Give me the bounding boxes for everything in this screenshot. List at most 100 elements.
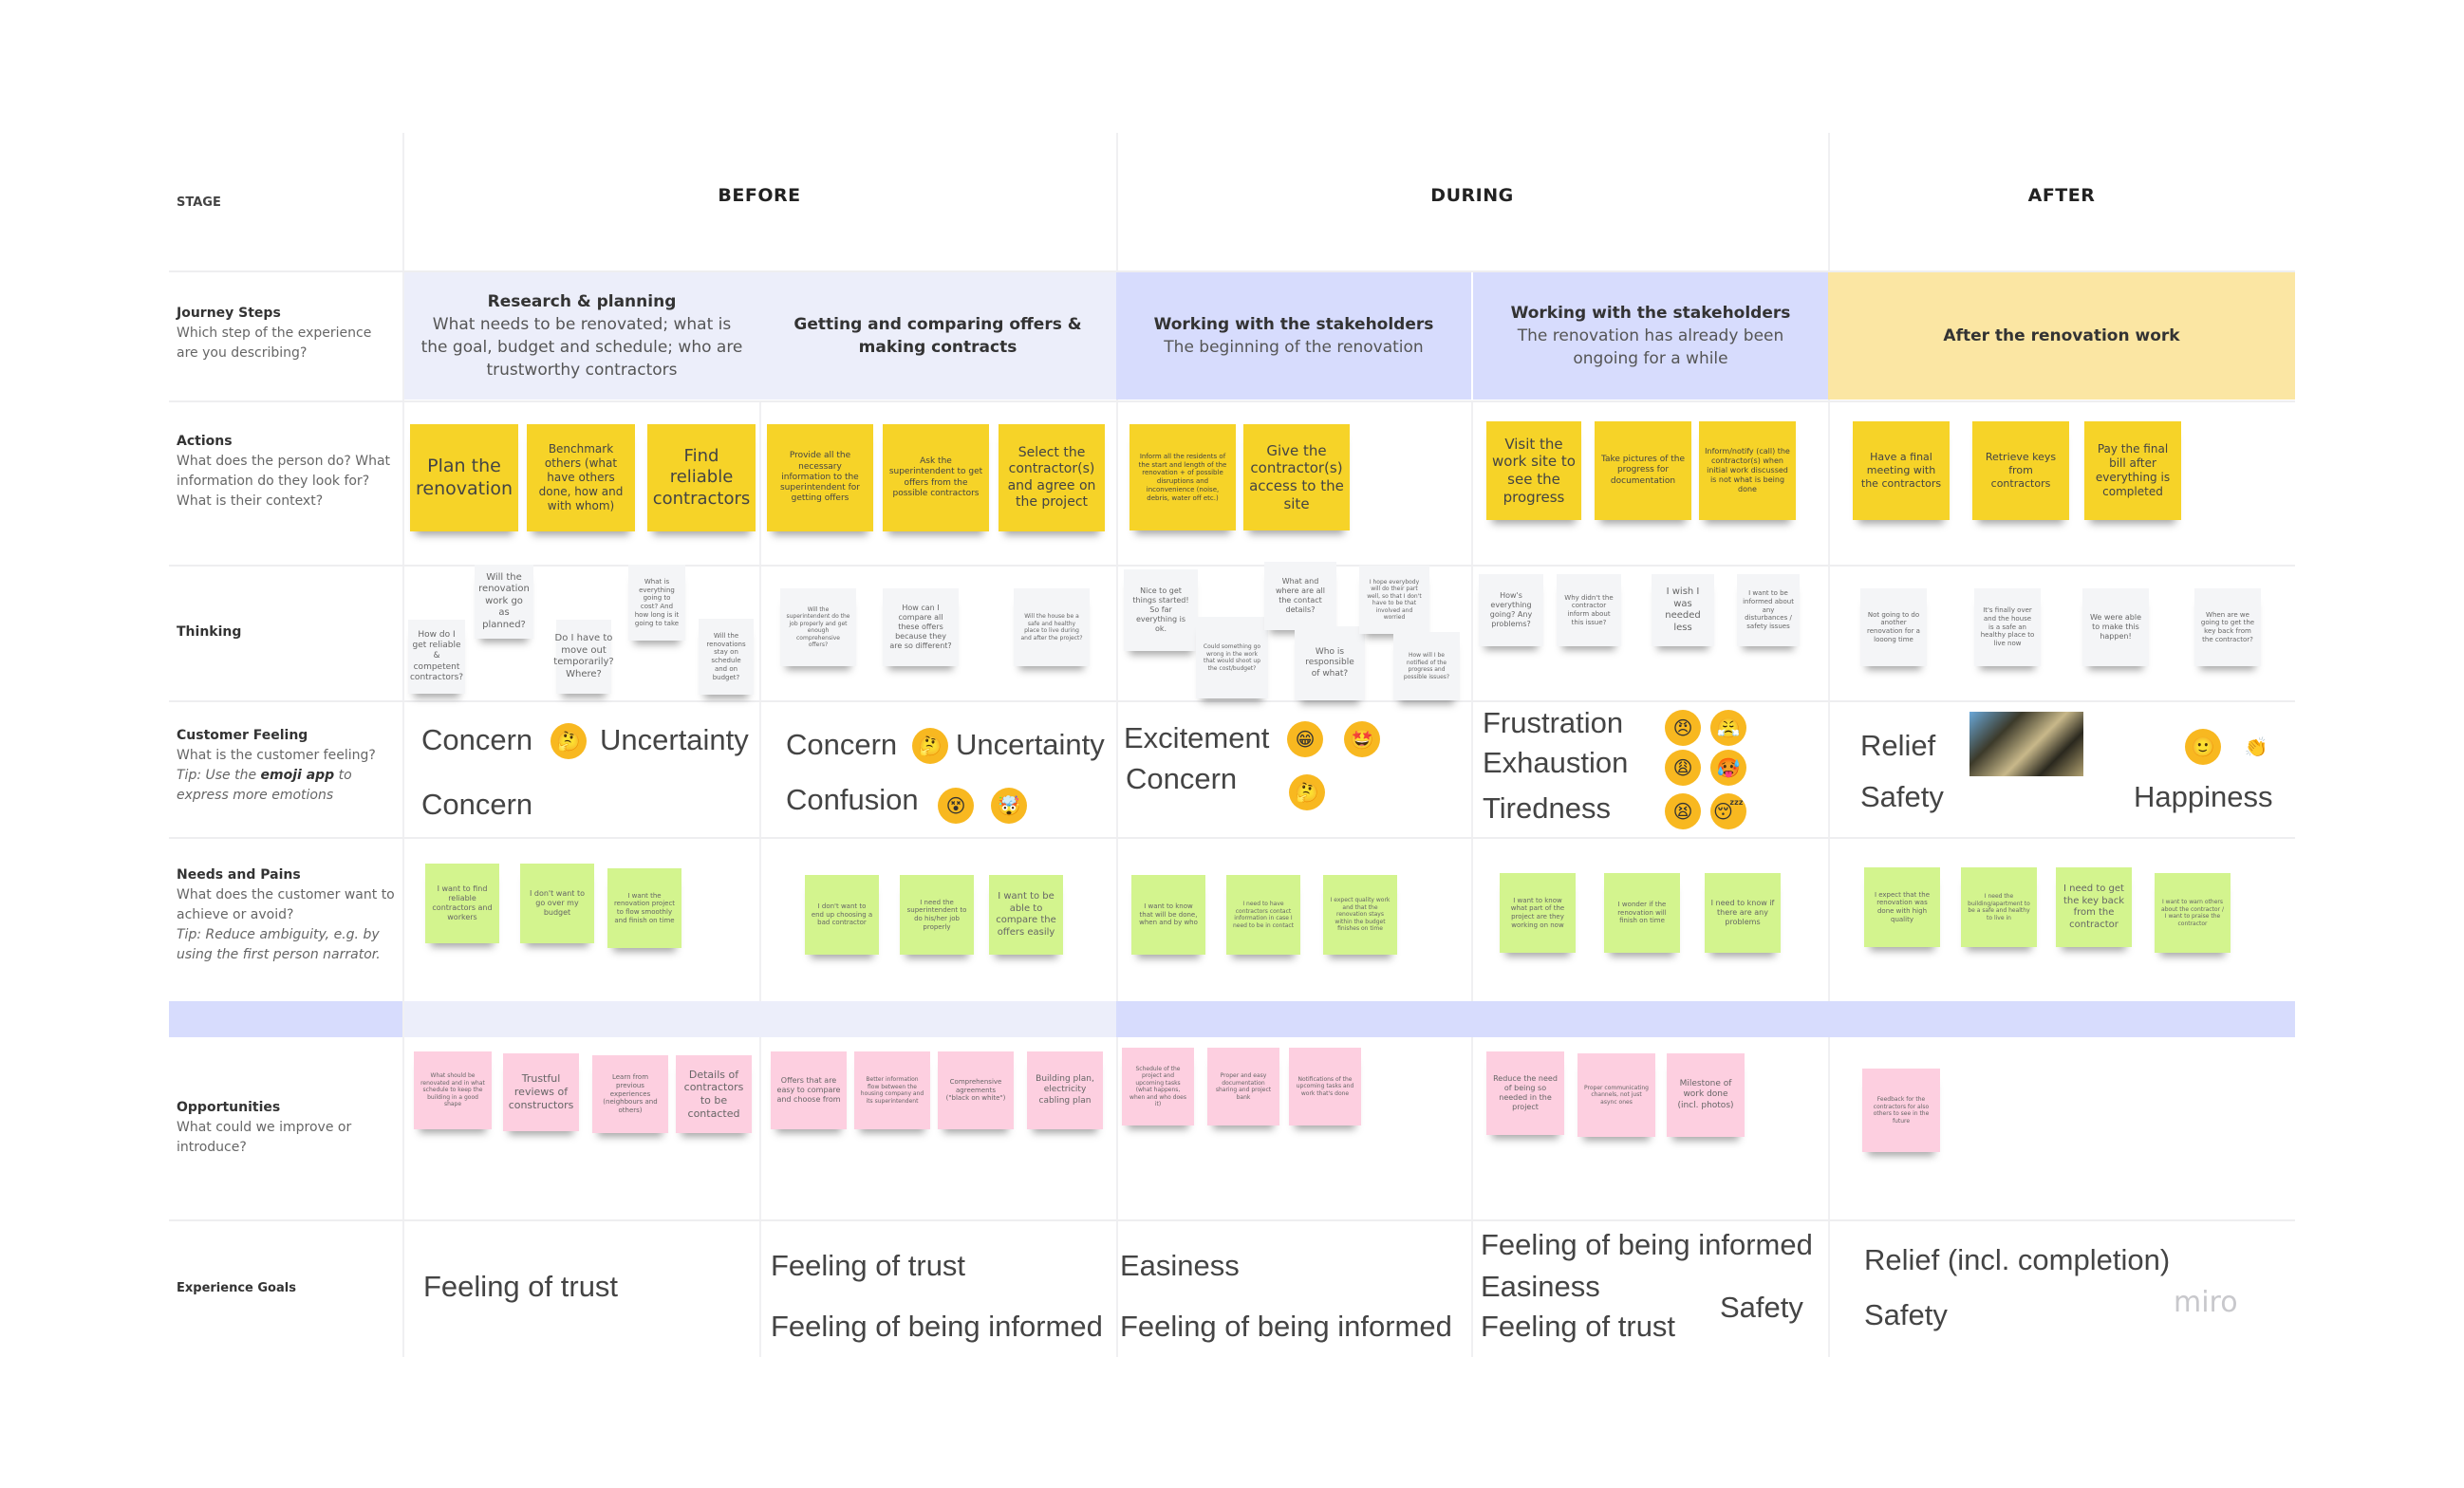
emoji-app-link[interactable]: emoji app [261, 768, 335, 783]
thought-sticky[interactable]: How will I be notified of the progress a… [1393, 632, 1460, 700]
thought-sticky[interactable]: How's everything going? Any problems? [1479, 574, 1543, 646]
action-sticky[interactable]: Find reliable contractors [647, 424, 756, 531]
action-sticky[interactable]: Ask the superintendent to get offers fro… [883, 424, 989, 531]
need-sticky[interactable]: I wonder if the renovation will finish o… [1604, 873, 1680, 953]
thought-sticky[interactable]: How do I get reliable & competent contra… [408, 620, 465, 694]
thought-sticky[interactable]: Will the renovation work go as planned? [475, 565, 533, 639]
thought-sticky[interactable]: Nice to get things started! So far every… [1124, 569, 1198, 651]
row-label-goals: Experience Goals [177, 1278, 395, 1298]
thought-sticky[interactable]: When are we going to get the key back fr… [2194, 588, 2261, 666]
thought-sticky[interactable]: What is everything going to cost? And ho… [628, 565, 685, 641]
action-sticky[interactable]: Visit the work site to see the progress [1486, 421, 1581, 520]
tip-text: Tip: Use the [177, 768, 261, 783]
thought-sticky[interactable]: What and where are all the contact detai… [1264, 562, 1336, 630]
thought-sticky[interactable]: Do I have to move out temporarily? Where… [553, 620, 614, 694]
relief-photo[interactable] [1969, 712, 2083, 776]
action-sticky[interactable]: Select the contractor(s) and agree on th… [999, 424, 1105, 531]
need-sticky[interactable]: I expect that the renovation was done wi… [1864, 867, 1940, 947]
stage-during: DURING [1430, 185, 1514, 206]
thought-sticky[interactable]: I wish I was needed less [1652, 574, 1714, 646]
goal-text: Feeling of trust [423, 1270, 619, 1303]
action-sticky[interactable]: Inform all the residents of the start an… [1129, 424, 1236, 530]
journey-step[interactable]: Research & planning What needs to be ren… [404, 272, 759, 400]
action-sticky[interactable]: Pay the final bill after everything is c… [2084, 421, 2181, 520]
action-sticky[interactable]: Give the contractor(s) access to the sit… [1243, 424, 1350, 530]
journey-step-desc: The renovation has already been ongoing … [1517, 326, 1784, 368]
action-sticky[interactable]: Benchmark others (what have others done,… [527, 424, 635, 531]
action-sticky[interactable]: Take pictures of the progress for docume… [1595, 421, 1691, 520]
journey-step[interactable]: Working with the stakeholders The beginn… [1116, 272, 1471, 400]
goal-text: Feeling of trust [771, 1249, 966, 1282]
opportunity-sticky[interactable]: Feedback for the contractors for also ot… [1862, 1069, 1940, 1152]
action-sticky[interactable]: Retrieve keys from contractors [1972, 421, 2069, 520]
row-label-tip: Tip: Reduce ambiguity, e.g. by using the… [177, 927, 381, 962]
thought-sticky[interactable]: Will the house be a safe and healthy pla… [1014, 588, 1090, 666]
action-sticky[interactable]: Inform/notify (call) the contractor(s) w… [1699, 421, 1796, 520]
goal-text: Feeling of trust [1481, 1310, 1676, 1343]
feeling-text: Concern [786, 728, 898, 761]
thought-sticky[interactable]: I hope everybody will do their part well… [1359, 566, 1429, 634]
row-label-title: Experience Goals [177, 1281, 296, 1295]
need-sticky[interactable]: I need to know if there are any problems [1705, 873, 1781, 953]
thought-sticky[interactable]: I want to be informed about any disturba… [1737, 574, 1800, 646]
opportunity-sticky[interactable]: Notifications of the upcoming tasks and … [1289, 1048, 1361, 1125]
row-label-title: Actions [177, 434, 233, 449]
need-sticky[interactable]: I need the superintendent to do his/her … [900, 875, 974, 955]
action-sticky[interactable]: Plan the renovation [410, 424, 518, 531]
row-label-desc: What could we improve or introduce? [177, 1120, 352, 1155]
opportunity-sticky[interactable]: Proper and easy documentation sharing an… [1207, 1048, 1279, 1125]
opportunity-sticky[interactable]: Better information flow between the hous… [854, 1051, 930, 1129]
thought-sticky[interactable]: We were able to make this happen! [2082, 588, 2149, 666]
tired-face-icon: 😫 [1665, 793, 1701, 829]
opportunity-sticky[interactable]: Reduce the need of being so needed in th… [1486, 1051, 1564, 1135]
need-sticky[interactable]: I don't want to go over my budget [520, 864, 594, 943]
opportunity-sticky[interactable]: Learn from previous experiences (neighbo… [592, 1055, 668, 1133]
thought-sticky[interactable]: How can I compare all these offers becau… [883, 588, 959, 666]
opportunity-sticky[interactable]: Trustful reviews of constructors [503, 1053, 579, 1131]
thought-sticky[interactable]: Will the renovations stay on schedule an… [699, 619, 754, 695]
thought-sticky[interactable]: Who is responsible of what? [1295, 626, 1365, 700]
need-sticky[interactable]: I want to warn others about the contract… [2155, 873, 2231, 953]
feeling-text: Concern [421, 723, 533, 756]
opportunity-sticky[interactable]: Details of contractors to be contacted [676, 1055, 752, 1133]
goal-text: Safety [1720, 1291, 1803, 1324]
action-sticky[interactable]: Provide all the necessary information to… [767, 424, 873, 531]
opportunity-sticky[interactable]: Schedule of the project and upcoming tas… [1122, 1048, 1194, 1125]
opportunity-sticky[interactable]: What should be renovated and in what sch… [414, 1051, 492, 1129]
feeling-text: Confusion [786, 783, 919, 816]
goal-text: Easiness [1481, 1270, 1600, 1303]
thinking-face-icon: 🤔 [1289, 774, 1325, 810]
journey-step-title: Working with the stakeholders [1510, 304, 1791, 323]
journey-step-desc: The beginning of the renovation [1164, 338, 1424, 357]
feeling-text: Safety [1860, 780, 1944, 813]
thought-sticky[interactable]: Will the superintendent do the job prope… [780, 588, 856, 666]
need-sticky[interactable]: I want the renovation project to flow sm… [607, 868, 681, 948]
action-sticky[interactable]: Have a final meeting with the contractor… [1853, 421, 1950, 520]
need-sticky[interactable]: I need to have contractors contact infor… [1226, 875, 1300, 955]
need-sticky[interactable]: I need the building/apartment to be a sa… [1961, 867, 2037, 947]
need-sticky[interactable]: I don't want to end up choosing a bad co… [805, 875, 879, 955]
journey-step-desc: What needs to be renovated; what is the … [420, 315, 743, 380]
opportunity-sticky[interactable]: Building plan, electricity cabling plan [1027, 1051, 1103, 1129]
thought-sticky[interactable]: Why didn't the contractor inform about t… [1557, 574, 1621, 646]
need-sticky[interactable]: I want to know that will be done, when a… [1131, 875, 1205, 955]
journey-step[interactable]: Getting and comparing offers & making co… [759, 272, 1116, 400]
journey-step[interactable]: Working with the stakeholders The renova… [1473, 272, 1828, 400]
need-sticky[interactable]: I want to find reliable contractors and … [425, 864, 499, 943]
need-sticky[interactable]: I want to be able to compare the offers … [989, 875, 1063, 955]
row-label-desc: What is the customer feeling? [177, 748, 376, 763]
opportunity-sticky[interactable]: Proper communicating channels, not just … [1577, 1053, 1655, 1137]
need-sticky[interactable]: I need to get the key back from the cont… [2056, 867, 2132, 947]
thought-sticky[interactable]: It's finally over and the house is a saf… [1974, 588, 2041, 666]
need-sticky[interactable]: I expect quality work and that the renov… [1323, 875, 1397, 955]
thought-sticky[interactable]: Could something go wrong in the work tha… [1196, 617, 1268, 698]
opportunity-sticky[interactable]: Milestone of work done (incl. photos) [1667, 1053, 1745, 1137]
row-label-title: Opportunities [177, 1100, 281, 1115]
weary-face-icon: 😩 [1665, 750, 1701, 786]
journey-step[interactable]: After the renovation work [1828, 272, 2295, 400]
smiling-face-icon: 🙂 [2185, 729, 2221, 765]
opportunity-sticky[interactable]: Offers that are easy to compare and choo… [771, 1051, 847, 1129]
need-sticky[interactable]: I want to know what part of the project … [1500, 873, 1576, 953]
thought-sticky[interactable]: Not going to do another renovation for a… [1860, 588, 1927, 666]
opportunity-sticky[interactable]: Comprehensive agreements ("black on whit… [938, 1051, 1014, 1129]
